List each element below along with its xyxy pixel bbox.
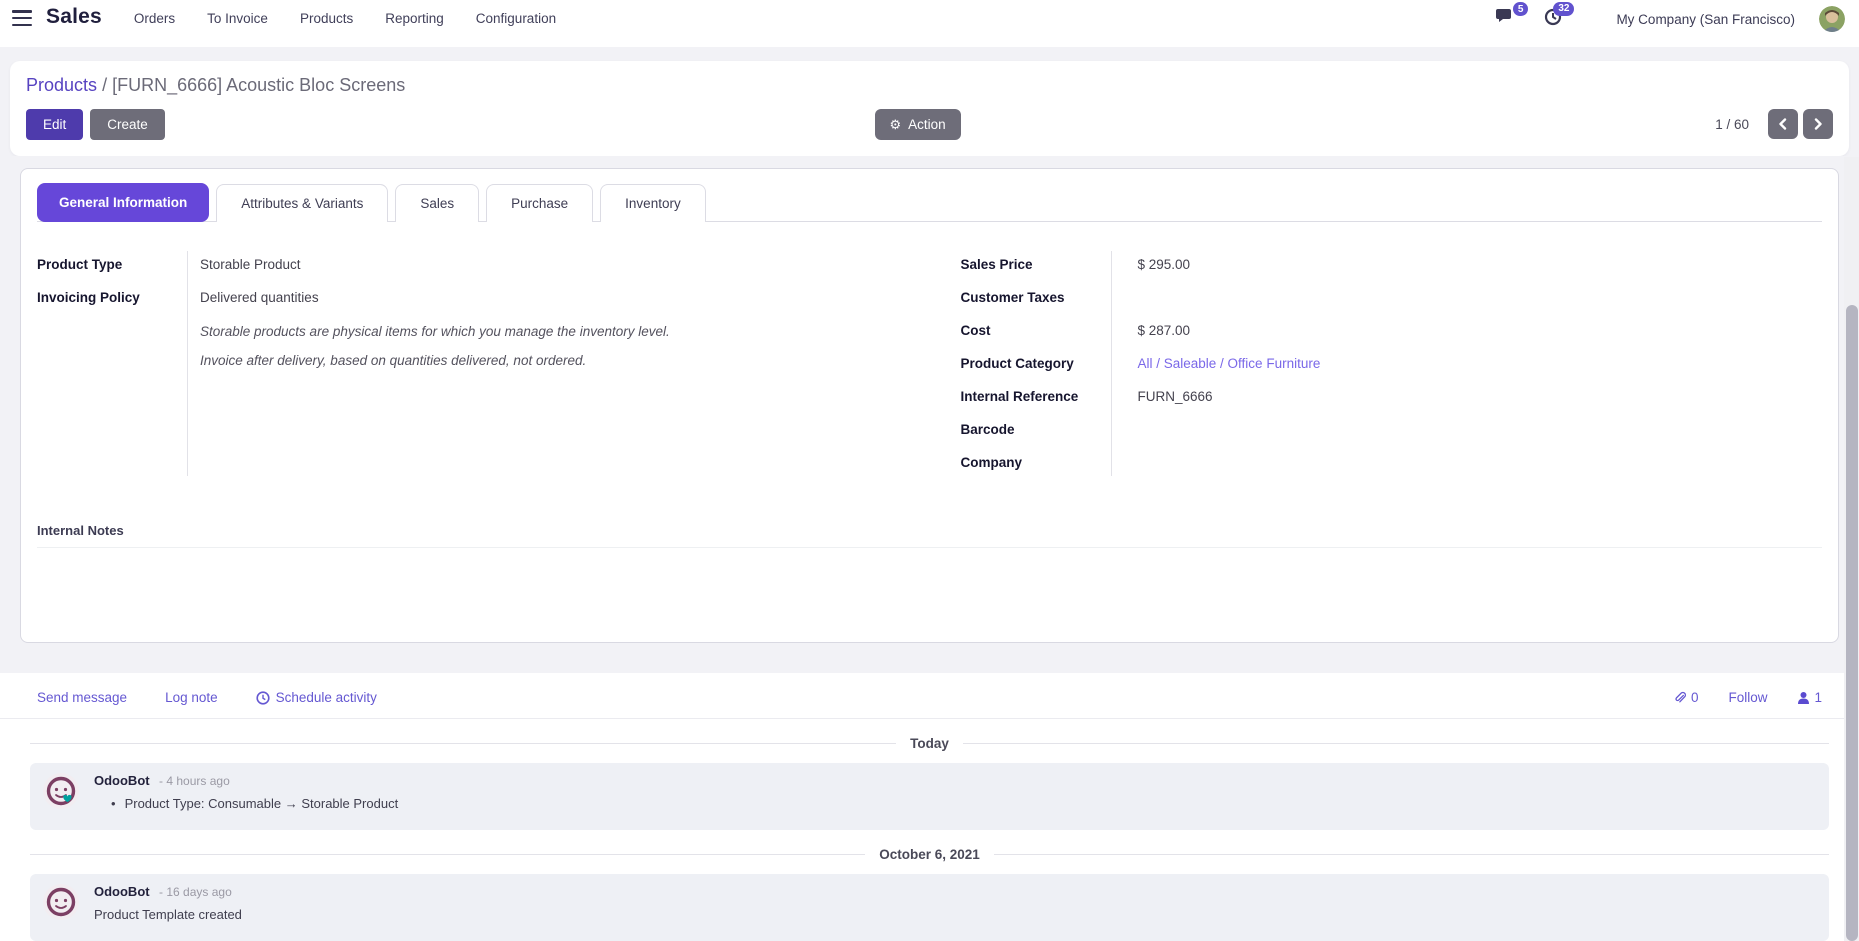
date-label: Today — [910, 736, 949, 751]
schedule-activity-label: Schedule activity — [276, 690, 377, 705]
tab-general-information[interactable]: General Information — [37, 183, 209, 222]
breadcrumb: Products / [FURN_6666] Acoustic Bloc Scr… — [26, 75, 1833, 96]
edit-button[interactable]: Edit — [26, 109, 83, 140]
message-author[interactable]: OdooBot — [94, 773, 150, 788]
follower-icon — [1797, 691, 1810, 704]
product-sheet: General Information Attributes & Variant… — [20, 168, 1839, 643]
field-customer-taxes: Customer Taxes — [961, 281, 1823, 314]
invoicing-policy-label: Invoicing Policy — [37, 290, 187, 305]
company-label: Company — [961, 455, 1125, 470]
barcode-label: Barcode — [961, 422, 1125, 437]
app-name[interactable]: Sales — [46, 5, 102, 29]
right-field-group: Sales Price $ 295.00 Customer Taxes Cost… — [947, 248, 1823, 479]
nav-item-to-invoice[interactable]: To Invoice — [207, 11, 268, 26]
pager: 1 / 60 — [1715, 109, 1833, 139]
tab-pane-general: Product Type Storable Product Invoicing … — [37, 222, 1822, 479]
field-barcode: Barcode — [961, 413, 1823, 446]
notebook-tabs: General Information Attributes & Variant… — [37, 183, 1822, 222]
gear-icon: ⚙ — [890, 118, 902, 131]
activities-icon[interactable]: 32 — [1544, 8, 1562, 31]
message-today: OdooBot - 4 hours ago • Product Type: Co… — [30, 763, 1829, 830]
apps-menu-icon[interactable] — [12, 10, 32, 26]
product-type-value: Storable Product — [187, 257, 913, 272]
cost-value: $ 287.00 — [1125, 323, 1823, 338]
attachments-count: 0 — [1691, 690, 1699, 705]
message-body: Product Template created — [94, 907, 242, 922]
field-product-category: Product Category All / Saleable / Office… — [961, 347, 1823, 380]
product-category-link[interactable]: All / Saleable / Office Furniture — [1125, 356, 1823, 371]
customer-taxes-label: Customer Taxes — [961, 290, 1125, 305]
message-author[interactable]: OdooBot — [94, 884, 150, 899]
sales-price-label: Sales Price — [961, 257, 1125, 272]
attachments-button[interactable]: 0 — [1674, 690, 1699, 705]
nav-item-orders[interactable]: Orders — [134, 11, 175, 26]
product-category-label: Product Category — [961, 356, 1125, 371]
tab-attributes-variants[interactable]: Attributes & Variants — [216, 184, 388, 222]
bullet-icon: • — [111, 796, 116, 811]
nav-item-reporting[interactable]: Reporting — [385, 11, 444, 26]
pager-previous-button[interactable] — [1768, 109, 1798, 139]
paperclip-icon — [1674, 690, 1687, 705]
nav-item-configuration[interactable]: Configuration — [476, 11, 556, 26]
date-divider-today: Today — [30, 736, 1829, 751]
log-note-button[interactable]: Log note — [165, 690, 218, 705]
messages-icon[interactable]: 5 — [1496, 8, 1516, 30]
create-button[interactable]: Create — [90, 109, 165, 140]
send-message-button[interactable]: Send message — [37, 690, 127, 705]
company-switcher[interactable]: My Company (San Francisco) — [1616, 12, 1795, 27]
breadcrumb-products-link[interactable]: Products — [26, 75, 97, 95]
schedule-activity-button[interactable]: Schedule activity — [256, 690, 377, 705]
internal-notes-label: Internal Notes — [37, 523, 1822, 538]
follow-button[interactable]: Follow — [1728, 690, 1767, 705]
app-menu: Orders To Invoice Products Reporting Con… — [134, 11, 556, 26]
form-view: General Information Attributes & Variant… — [0, 156, 1859, 659]
internal-reference-label: Internal Reference — [961, 389, 1125, 404]
message-october: OdooBot - 16 days ago Product Template c… — [30, 874, 1829, 941]
internal-notes-section: Internal Notes — [37, 523, 1822, 626]
invoicing-policy-value: Delivered quantities — [187, 290, 913, 305]
scrollbar-thumb[interactable] — [1846, 305, 1858, 941]
breadcrumb-separator: / — [102, 75, 107, 95]
chatter: Send message Log note Schedule activity … — [0, 673, 1859, 941]
top-navbar: Sales Orders To Invoice Products Reporti… — [0, 0, 1859, 47]
followers-count: 1 — [1814, 690, 1822, 705]
field-sales-price: Sales Price $ 295.00 — [961, 248, 1823, 281]
pager-value[interactable]: 1 / 60 — [1715, 117, 1749, 132]
field-invoicing-policy: Invoicing Policy Delivered quantities — [37, 281, 913, 314]
field-company: Company — [961, 446, 1823, 479]
tab-purchase[interactable]: Purchase — [486, 184, 593, 222]
tab-inventory[interactable]: Inventory — [600, 184, 706, 222]
odoobot-avatar — [42, 883, 80, 928]
activities-badge: 32 — [1553, 2, 1574, 16]
field-cost: Cost $ 287.00 — [961, 314, 1823, 347]
internal-notes-area[interactable] — [37, 548, 1822, 626]
clock-icon — [256, 691, 270, 705]
pager-next-button[interactable] — [1803, 109, 1833, 139]
field-product-type: Product Type Storable Product — [37, 248, 913, 281]
message-timestamp: - 4 hours ago — [159, 774, 230, 788]
cost-label: Cost — [961, 323, 1125, 338]
invoicing-help-text: Invoice after delivery, based on quantit… — [200, 353, 913, 372]
message-body: Product Type: Consumable → Storable Prod… — [125, 796, 399, 811]
nav-item-products[interactable]: Products — [300, 11, 353, 26]
date-label: October 6, 2021 — [879, 847, 980, 862]
product-type-label: Product Type — [37, 257, 187, 272]
control-panel: Products / [FURN_6666] Acoustic Bloc Scr… — [10, 61, 1849, 156]
user-avatar[interactable] — [1819, 6, 1845, 32]
vertical-scrollbar — [1844, 157, 1859, 941]
date-divider-october: October 6, 2021 — [30, 847, 1829, 862]
followers-button[interactable]: 1 — [1797, 690, 1822, 705]
odoobot-avatar — [42, 772, 80, 817]
internal-reference-value: FURN_6666 — [1125, 389, 1823, 404]
breadcrumb-current: [FURN_6666] Acoustic Bloc Screens — [112, 75, 405, 95]
left-field-group: Product Type Storable Product Invoicing … — [37, 248, 913, 479]
field-internal-reference: Internal Reference FURN_6666 — [961, 380, 1823, 413]
storable-help-text: Storable products are physical items for… — [200, 324, 913, 343]
message-timestamp: - 16 days ago — [159, 885, 232, 899]
action-button[interactable]: ⚙ Action — [875, 109, 961, 140]
action-button-label: Action — [908, 117, 946, 132]
sales-price-value: $ 295.00 — [1125, 257, 1823, 272]
messages-badge: 5 — [1513, 2, 1529, 16]
tab-sales[interactable]: Sales — [395, 184, 479, 222]
